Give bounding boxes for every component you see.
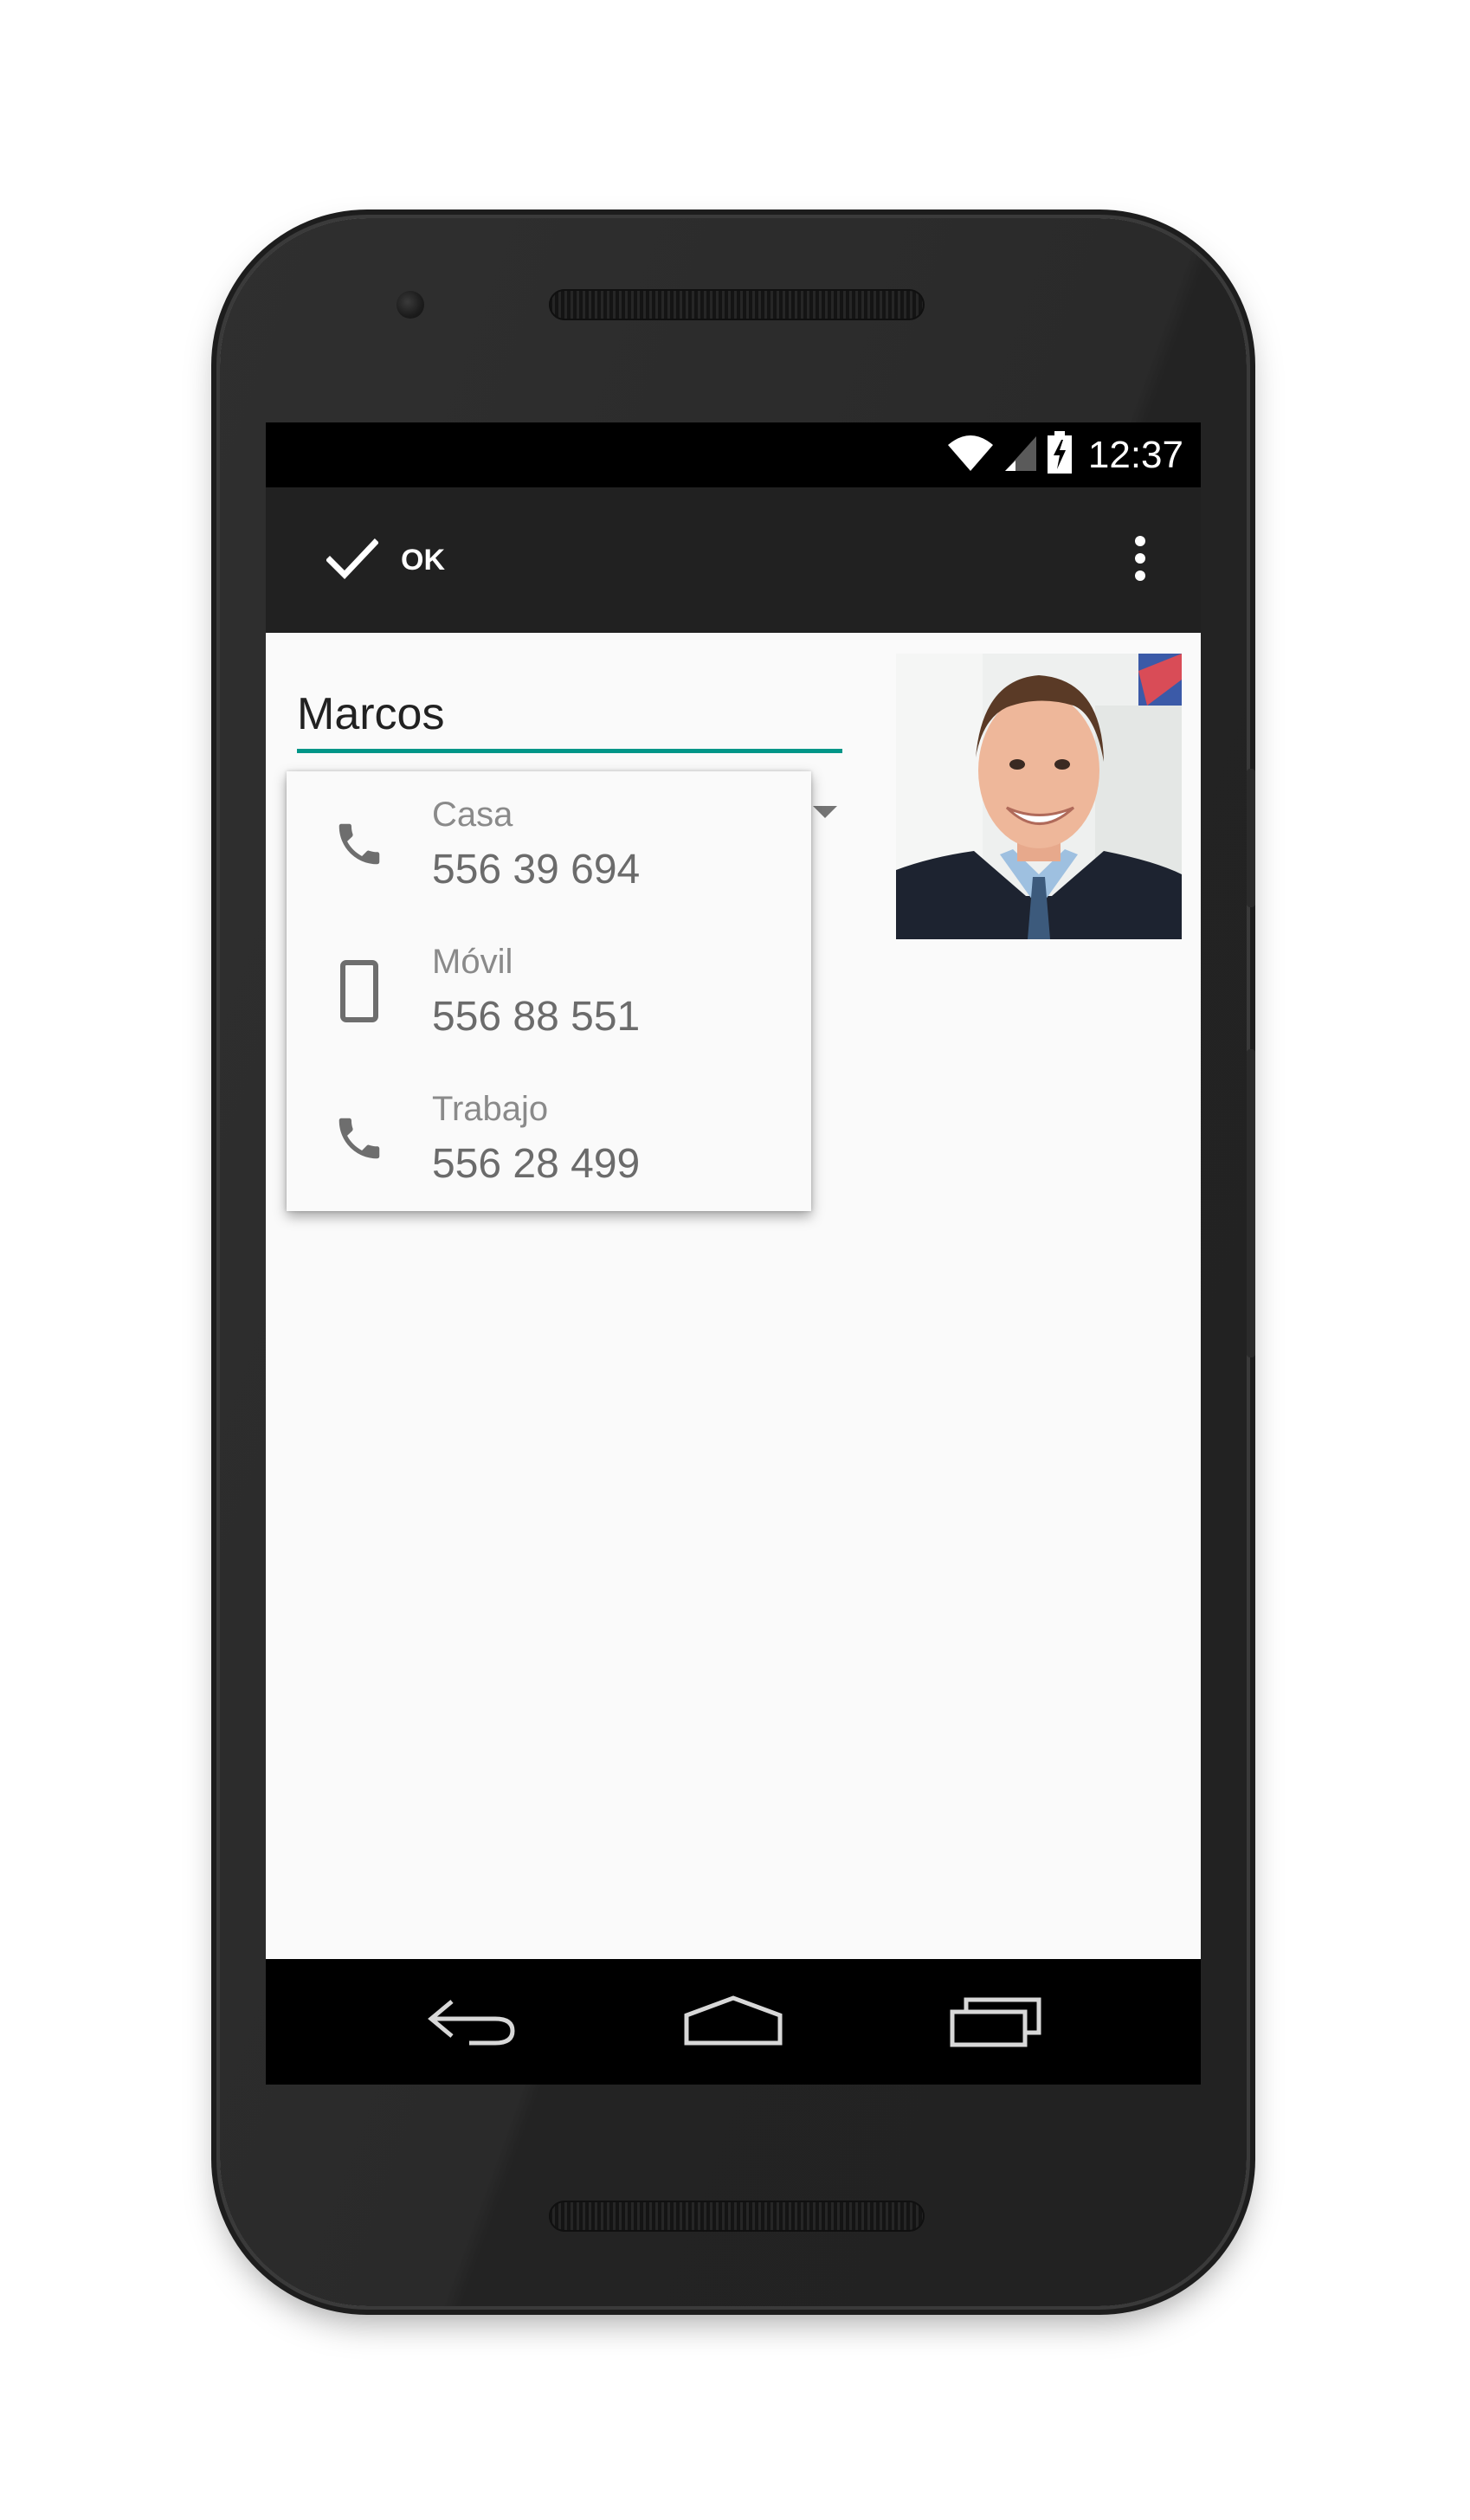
menu-item-label: Móvil <box>432 943 513 981</box>
name-value: Marcos <box>297 689 445 739</box>
bottom-speaker <box>549 2201 925 2232</box>
menu-item-label: Trabajo <box>432 1090 549 1128</box>
status-bar: 12:37 <box>266 422 1201 487</box>
home-icon <box>683 1993 783 2053</box>
status-time: 12:37 <box>1087 433 1183 476</box>
menu-item-number: 556 88 551 <box>432 994 641 1040</box>
contact-editor: Marcos Casa 556 39 694 Móvil 556 88 551 … <box>266 633 1201 1959</box>
phone-device: 12:37 OK Marcos Casa 556 39 694 Móvil 55… <box>220 218 1255 2306</box>
wifi-icon <box>946 433 995 477</box>
action-bar: OK <box>266 487 1201 633</box>
front-camera <box>397 291 424 319</box>
check-icon <box>326 538 379 583</box>
phone-icon <box>328 813 390 875</box>
menu-item-trabajo[interactable]: Trabajo 556 28 499 <box>287 1066 811 1213</box>
menu-item-casa[interactable]: Casa 556 39 694 <box>287 771 811 918</box>
recents-icon <box>949 1993 1044 2053</box>
name-field[interactable]: Marcos <box>297 683 842 753</box>
menu-item-label: Casa <box>432 796 513 834</box>
volume-button <box>1247 769 1255 907</box>
top-speaker <box>549 289 925 320</box>
screen: 12:37 OK Marcos Casa 556 39 694 Móvil 55… <box>266 422 1201 2085</box>
menu-item-number: 556 39 694 <box>432 847 641 893</box>
status-icons: 12:37 <box>946 422 1183 487</box>
home-button[interactable] <box>673 1985 794 2059</box>
overflow-menu-button[interactable] <box>1114 527 1166 593</box>
phone-icon <box>328 1107 390 1170</box>
battery-charging-icon <box>1047 431 1073 479</box>
more-vert-icon <box>1134 535 1146 586</box>
back-icon <box>426 1993 521 2053</box>
smartphone-icon <box>328 960 390 1022</box>
back-button[interactable] <box>413 1985 534 2059</box>
ok-label: OK <box>401 543 445 577</box>
menu-item-movil[interactable]: Móvil 556 88 551 <box>287 918 811 1066</box>
recents-button[interactable] <box>936 1985 1057 2059</box>
phone-type-menu: Casa 556 39 694 Móvil 556 88 551 Trabajo… <box>287 771 811 1211</box>
power-button <box>1247 1049 1255 1357</box>
cell-signal-icon <box>1003 433 1038 477</box>
contact-photo[interactable] <box>896 654 1182 939</box>
navigation-bar <box>266 1959 1201 2085</box>
menu-item-number: 556 28 499 <box>432 1141 641 1187</box>
ok-button[interactable]: OK <box>318 522 454 598</box>
dropdown-arrow-icon[interactable] <box>813 806 837 818</box>
